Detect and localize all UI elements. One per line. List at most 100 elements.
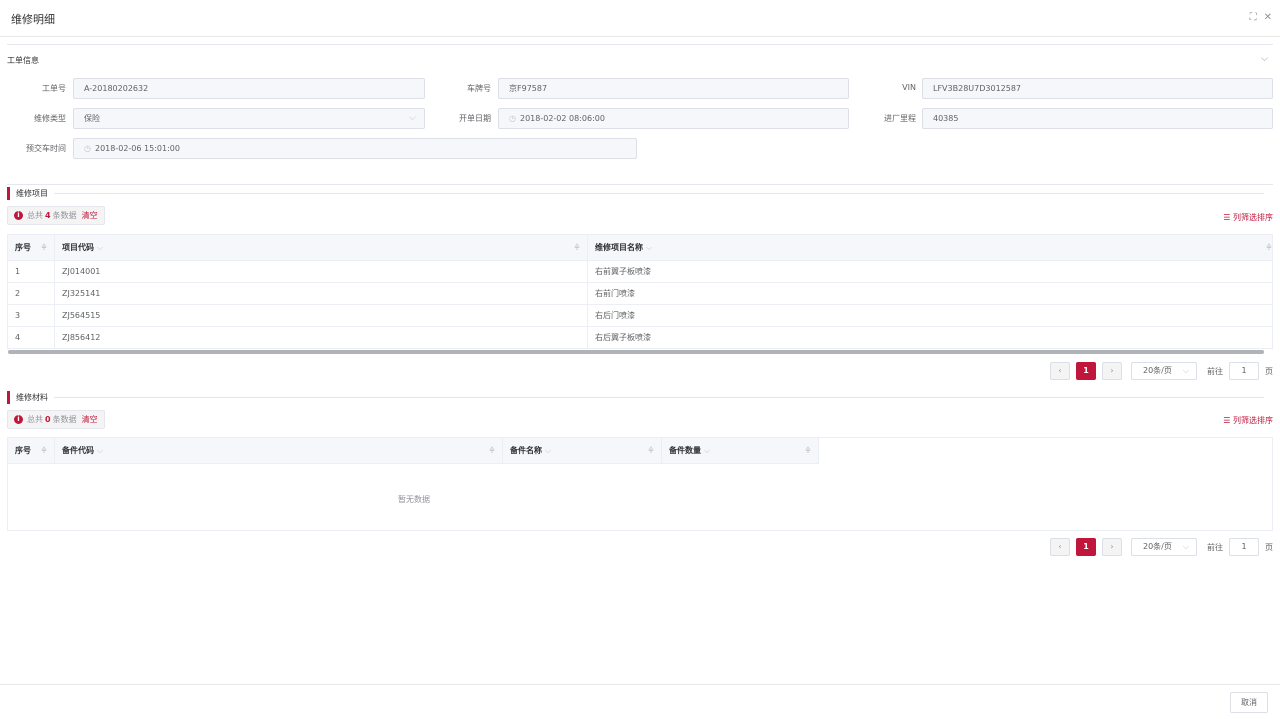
chevron-down-icon: ⌵ xyxy=(97,243,104,252)
repair-materials-pagination: ‹ 1 › 20条/页 ⌵ 前往 1 页 xyxy=(1050,538,1273,556)
chevron-down-icon: ⌵ xyxy=(646,243,653,252)
alert-suffix: 条数据 xyxy=(52,211,77,220)
sort-icon[interactable]: ≑ xyxy=(41,243,47,251)
page-number-button[interactable]: 1 xyxy=(1076,538,1096,556)
cell-index: 2 xyxy=(7,282,55,305)
repair-items-title-text: 维修项目 xyxy=(16,189,48,198)
delivery-time-value: 2018-02-06 15:01:00 xyxy=(94,144,180,153)
cancel-button[interactable]: 取消 xyxy=(1230,692,1268,713)
section-marker xyxy=(7,391,10,404)
cell-item-name: 右前门喷漆 xyxy=(587,282,1273,305)
dialog-footer: 取消 xyxy=(0,684,1280,719)
cell-item-name: 右前翼子板喷漆 xyxy=(587,260,1273,283)
vin-field[interactable]: LFV3B28U7D3012587 xyxy=(922,78,1273,99)
repair-materials-table-container: 序号 ≑ 备件代码 ⌵ ≑ 备件名称 ⌵ ≑ 备件数量 ⌵ ≑ 暂无数据 xyxy=(7,437,1273,531)
cell-item-code: ZJ856412 xyxy=(54,326,588,349)
repair-type-select[interactable]: 保险 ⌵ xyxy=(73,108,425,129)
goto-label: 前往 xyxy=(1207,542,1223,552)
chevron-down-icon: ⌵ xyxy=(545,446,552,455)
info-icon: i xyxy=(14,415,23,424)
sort-icon[interactable]: ≑ xyxy=(805,446,811,454)
horizontal-scrollbar[interactable] xyxy=(8,350,1264,354)
cell-item-name: 右后翼子板喷漆 xyxy=(587,326,1273,349)
page-size-select[interactable]: 20条/页 ⌵ xyxy=(1131,538,1197,556)
open-date-label: 开单日期 xyxy=(459,114,491,123)
repair-items-count-alert: i 总共 4 条数据 清空 xyxy=(7,206,105,225)
table-row[interactable]: 2 ZJ325141 右前门喷漆 xyxy=(7,282,1273,305)
section-marker xyxy=(7,187,10,200)
cell-item-code: ZJ325141 xyxy=(54,282,588,305)
header-actions: ⛶ ✕ xyxy=(1250,11,1272,25)
cell-item-name: 右后门喷漆 xyxy=(587,304,1273,327)
table-row[interactable]: 4 ZJ856412 右后翼子板喷漆 xyxy=(7,326,1273,349)
divider xyxy=(54,397,1264,398)
sort-icon[interactable]: ≑ xyxy=(574,243,580,251)
fullscreen-icon[interactable]: ⛶ xyxy=(1250,11,1257,25)
page-unit-label: 页 xyxy=(1265,542,1273,552)
table-row[interactable]: 3 ZJ564515 右后门喷漆 xyxy=(7,304,1273,327)
page-unit-label: 页 xyxy=(1265,366,1273,376)
plate-no-value: 京F97587 xyxy=(509,84,548,93)
repair-type-value: 保险 xyxy=(84,114,100,123)
mileage-field[interactable]: 40385 xyxy=(922,108,1273,129)
col-header-index[interactable]: 序号 ≑ xyxy=(7,437,55,464)
column-filter-button[interactable]: ☰ 列筛选排序 xyxy=(1223,415,1273,426)
goto-page-input[interactable]: 1 xyxy=(1229,538,1259,556)
repair-materials-count-alert: i 总共 0 条数据 清空 xyxy=(7,410,105,429)
plate-no-label: 车牌号 xyxy=(467,84,491,93)
delivery-time-label: 预交车时间 xyxy=(26,144,66,153)
col-header-index[interactable]: 序号 ≑ xyxy=(7,234,55,261)
alert-prefix: 总共 xyxy=(27,211,43,220)
col-header-part-name[interactable]: 备件名称 ⌵ ≑ xyxy=(502,437,662,464)
sort-icon[interactable]: ≑ xyxy=(1266,243,1272,251)
vin-value: LFV3B28U7D3012587 xyxy=(933,84,1022,93)
divider xyxy=(7,44,1273,45)
next-page-button[interactable]: › xyxy=(1102,362,1122,380)
mileage-label: 进厂里程 xyxy=(884,114,916,123)
col-header-part-qty[interactable]: 备件数量 ⌵ ≑ xyxy=(661,437,819,464)
dialog-header: 维修明细 ⛶ ✕ xyxy=(0,0,1280,37)
chevron-down-icon: ⌵ xyxy=(409,113,416,123)
delivery-time-picker[interactable]: ◷ 2018-02-06 15:01:00 xyxy=(73,138,637,159)
table-row[interactable]: 1 ZJ014001 右前翼子板喷漆 xyxy=(7,260,1273,283)
cell-index: 4 xyxy=(7,326,55,349)
col-header-item-name[interactable]: 维修项目名称 ⌵ ≑ xyxy=(587,234,1273,261)
sort-icon[interactable]: ≑ xyxy=(489,446,495,454)
work-order-info-label: 工单信息 xyxy=(7,56,39,65)
order-no-field[interactable]: A-20180202632 xyxy=(73,78,425,99)
repair-items-table: 序号 ≑ 项目代码 ⌵ ≑ 维修项目名称 ⌵ ≑ 1 ZJ014001 右前翼子板喷漆 2… xyxy=(7,234,1273,349)
close-icon[interactable]: ✕ xyxy=(1264,11,1272,25)
next-page-button[interactable]: › xyxy=(1102,538,1122,556)
page-size-select[interactable]: 20条/页 ⌵ xyxy=(1131,362,1197,380)
column-filter-button[interactable]: ☰ 列筛选排序 xyxy=(1223,212,1273,223)
open-date-picker[interactable]: ◷ 2018-02-02 08:06:00 xyxy=(498,108,849,129)
plate-no-field[interactable]: 京F97587 xyxy=(498,78,849,99)
clear-button[interactable]: 清空 xyxy=(82,414,98,425)
repair-materials-table: 序号 ≑ 备件代码 ⌵ ≑ 备件名称 ⌵ ≑ 备件数量 ⌵ ≑ xyxy=(7,437,819,464)
sort-icon[interactable]: ≑ xyxy=(648,446,654,454)
prev-page-button[interactable]: ‹ xyxy=(1050,538,1070,556)
clear-button[interactable]: 清空 xyxy=(82,210,98,221)
sort-icon[interactable]: ≑ xyxy=(41,446,47,454)
col-header-part-code[interactable]: 备件代码 ⌵ ≑ xyxy=(54,437,503,464)
clock-icon: ◷ xyxy=(84,144,91,153)
empty-data-text: 暂无数据 xyxy=(398,495,430,504)
alert-prefix: 总共 xyxy=(27,415,43,424)
repair-items-pagination: ‹ 1 › 20条/页 ⌵ 前往 1 页 xyxy=(1050,362,1273,380)
chevron-down-icon: ⌵ xyxy=(97,446,104,455)
cell-item-code: ZJ014001 xyxy=(54,260,588,283)
divider xyxy=(7,184,1273,185)
goto-page-input[interactable]: 1 xyxy=(1229,362,1259,380)
vin-label: VIN xyxy=(902,83,916,92)
goto-label: 前往 xyxy=(1207,366,1223,376)
page-number-button[interactable]: 1 xyxy=(1076,362,1096,380)
prev-page-button[interactable]: ‹ xyxy=(1050,362,1070,380)
chevron-down-icon[interactable]: ⌵ xyxy=(1261,54,1268,64)
repair-materials-title: 维修材料 xyxy=(7,391,1264,404)
col-header-item-code[interactable]: 项目代码 ⌵ ≑ xyxy=(54,234,588,261)
alert-count: 4 xyxy=(45,211,51,220)
cell-index: 1 xyxy=(7,260,55,283)
repair-materials-title-text: 维修材料 xyxy=(16,393,48,402)
chevron-down-icon: ⌵ xyxy=(1182,366,1189,375)
info-icon: i xyxy=(14,211,23,220)
